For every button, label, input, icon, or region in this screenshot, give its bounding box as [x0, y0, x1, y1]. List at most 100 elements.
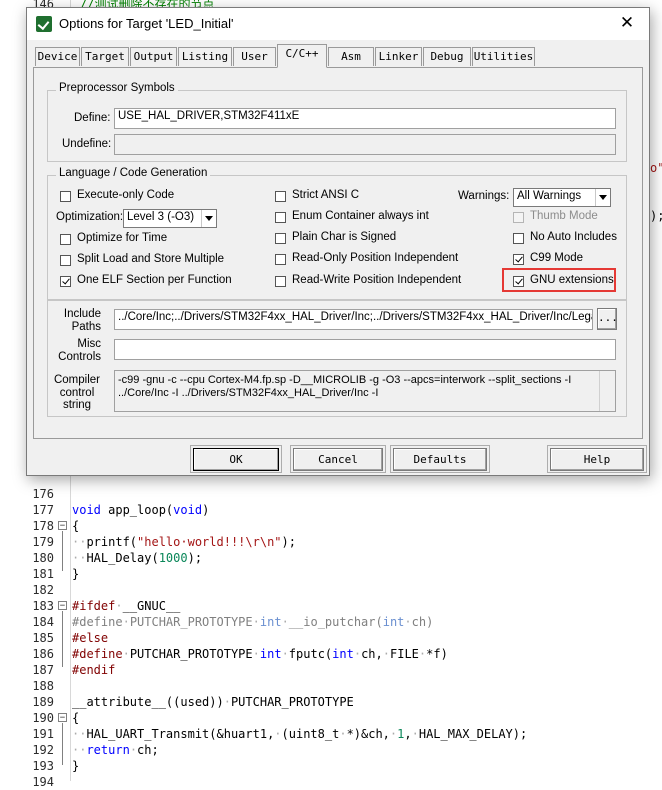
strict-ansi-label: Strict ANSI C	[292, 189, 360, 201]
line-number: 190	[32, 711, 54, 725]
tab-linker[interactable]: Linker	[375, 47, 422, 66]
optimization-value: Level 3 (-O3)	[127, 211, 195, 223]
split-load-checkbox[interactable]	[60, 255, 71, 266]
include-paths-input[interactable]: ../Core/Inc;../Drivers/STM32F4xx_HAL_Dri…	[114, 309, 593, 330]
define-label: Define:	[74, 112, 111, 124]
compiler-control-string: -c99 -gnu -c --cpu Cortex-M4.fp.sp -D__M…	[114, 370, 616, 412]
optimization-label: Optimization:	[56, 211, 124, 223]
line-number: 178	[32, 519, 54, 533]
plain-char-label: Plain Char is Signed	[292, 231, 397, 243]
line-number: 177	[32, 503, 54, 517]
no-auto-includes-checkbox[interactable]	[513, 233, 524, 244]
line-number: 188	[32, 679, 54, 693]
preprocessor-group-title: Preprocessor Symbols	[56, 82, 178, 94]
help-button[interactable]: Help	[550, 448, 644, 471]
code-line: {	[72, 711, 80, 725]
compiler-control-label: Compiler control string	[53, 374, 100, 411]
optimization-select[interactable]: Level 3 (-O3)	[123, 209, 217, 228]
code-line: ··return·ch;	[72, 743, 159, 757]
tab-target[interactable]: Target	[81, 47, 129, 66]
annotation-highlight-box	[502, 268, 616, 292]
fold-toggle-icon[interactable]: −	[58, 713, 67, 723]
code-line: #else	[72, 631, 109, 645]
code-line: #define·PUTCHAR_PROTOTYPE·int·__io_putch…	[72, 615, 434, 629]
line-number: 184	[32, 615, 54, 629]
line-number: 183	[32, 599, 54, 613]
line-number: 176	[32, 487, 54, 501]
warnings-label: Warnings:	[458, 190, 510, 202]
chevron-down-icon	[595, 189, 610, 206]
thumb-mode-checkbox	[513, 212, 524, 223]
enum-container-label: Enum Container always int	[292, 210, 429, 222]
fold-guide	[62, 723, 63, 765]
tab-cc[interactable]: C/C++	[277, 44, 327, 68]
code-line: ··HAL_Delay(1000);	[72, 551, 203, 565]
defaults-button[interactable]: Defaults	[393, 448, 487, 471]
line-number: 182	[32, 583, 54, 597]
code-line: ··printf("hello·world!!!\r\n");	[72, 535, 296, 549]
fold-guide	[62, 611, 63, 667]
tab-asm[interactable]: Asm	[328, 47, 374, 66]
execute-only-checkbox[interactable]	[60, 191, 71, 202]
execute-only-label: Execute-only Code	[77, 189, 175, 201]
misc-controls-input[interactable]	[114, 339, 616, 360]
ro-position-checkbox[interactable]	[275, 254, 286, 265]
include-paths-label: Include Paths	[63, 308, 101, 333]
misc-controls-label: Misc Controls	[58, 338, 101, 363]
tab-listing[interactable]: Listing	[178, 47, 232, 66]
keil-app-icon	[36, 16, 52, 32]
code-line: #ifdef·__GNUC__	[72, 599, 181, 613]
line-number: 189	[32, 695, 54, 709]
split-load-label: Split Load and Store Multiple	[77, 253, 225, 265]
language-group-title: Language / Code Generation	[56, 167, 211, 179]
ok-button[interactable]: OK	[193, 448, 279, 471]
title-bar[interactable]: Options for Target 'LED_Initial' ✕	[27, 8, 649, 40]
close-button[interactable]: ✕	[605, 8, 649, 40]
optimize-time-checkbox[interactable]	[60, 234, 71, 245]
line-number: 192	[32, 743, 54, 757]
tab-utilities[interactable]: Utilities	[472, 47, 535, 66]
code-line: #define·PUTCHAR_PROTOTYPE·int·fputc(int·…	[72, 647, 448, 661]
code-edge-fragment: );	[650, 209, 662, 223]
browse-include-paths-button[interactable]: ...	[597, 308, 618, 330]
warnings-select[interactable]: All Warnings	[513, 188, 611, 207]
enum-container-checkbox[interactable]	[275, 212, 286, 223]
strict-ansi-checkbox[interactable]	[275, 191, 286, 202]
undefine-label: Undefine:	[62, 138, 112, 150]
line-number: 194	[32, 775, 54, 789]
define-input[interactable]: USE_HAL_DRIVER,STM32F411xE	[114, 108, 616, 129]
code-edge-fragment: o"	[650, 161, 662, 175]
optimize-time-label: Optimize for Time	[77, 232, 168, 244]
code-line: #endif	[72, 663, 116, 677]
rw-position-checkbox[interactable]	[275, 276, 286, 287]
line-number: 181	[32, 567, 54, 581]
thumb-mode-label: Thumb Mode	[530, 210, 598, 222]
line-number: 186	[32, 647, 54, 661]
fold-toggle-icon[interactable]: −	[58, 601, 67, 611]
code-line: ··HAL_UART_Transmit(&huart1,·(uint8_t·*)…	[72, 727, 528, 741]
no-auto-includes-label: No Auto Includes	[530, 231, 617, 243]
compiler-control-scrollbar[interactable]	[599, 371, 615, 411]
plain-char-checkbox[interactable]	[275, 233, 286, 244]
code-line: }	[72, 759, 80, 773]
fold-toggle-icon[interactable]: −	[58, 521, 67, 531]
dialog-title: Options for Target 'LED_Initial'	[59, 16, 234, 31]
tab-device[interactable]: Device	[35, 47, 80, 66]
rw-position-label: Read-Write Position Independent	[292, 274, 462, 286]
code-line: {	[72, 519, 80, 533]
line-number: 179	[32, 535, 54, 549]
undefine-input[interactable]	[114, 134, 616, 155]
warnings-value: All Warnings	[517, 190, 582, 202]
cancel-button[interactable]: Cancel	[293, 448, 383, 471]
tab-user[interactable]: User	[233, 47, 276, 66]
code-line: }	[72, 567, 80, 581]
options-dialog: Options for Target 'LED_Initial' ✕ Devic…	[26, 7, 650, 476]
one-elf-checkbox[interactable]	[60, 276, 71, 287]
tab-output[interactable]: Output	[130, 47, 177, 66]
line-number: 185	[32, 631, 54, 645]
tab-debug[interactable]: Debug	[423, 47, 471, 66]
line-number: 193	[32, 759, 54, 773]
one-elf-label: One ELF Section per Function	[77, 274, 232, 286]
line-number: 191	[32, 727, 54, 741]
c99-mode-checkbox[interactable]	[513, 254, 524, 265]
